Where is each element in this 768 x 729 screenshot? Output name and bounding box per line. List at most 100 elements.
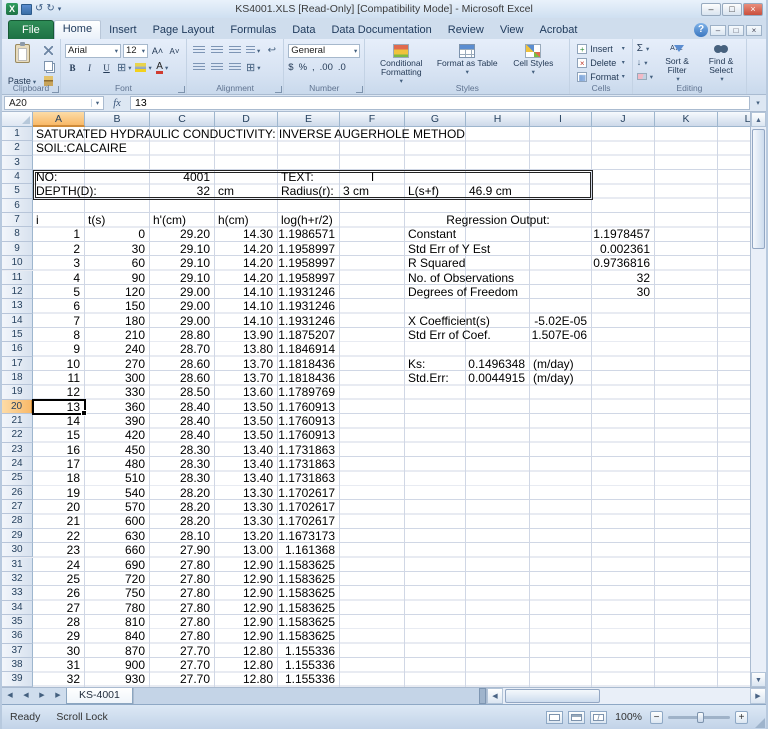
cell-A24[interactable]: 17: [33, 457, 80, 471]
cell-E24[interactable]: 1.1731863: [278, 457, 335, 471]
cell-B36[interactable]: 840: [85, 629, 145, 643]
column-header-I[interactable]: I: [530, 112, 592, 127]
row-header-28[interactable]: 28: [2, 514, 33, 529]
cell-B11[interactable]: 90: [85, 271, 145, 285]
cell-A9[interactable]: 2: [33, 242, 80, 256]
row-header-30[interactable]: 30: [2, 543, 33, 558]
normal-view-button[interactable]: [546, 710, 564, 724]
tab-review[interactable]: Review: [440, 21, 492, 39]
cell-A30[interactable]: 23: [33, 543, 80, 557]
row-header-24[interactable]: 24: [2, 457, 33, 472]
cell-E38[interactable]: 1.155336: [278, 658, 335, 672]
row-header-11[interactable]: 11: [2, 270, 33, 285]
dialog-launcher-icon[interactable]: [356, 86, 364, 93]
cell-D17[interactable]: 13.70: [215, 357, 273, 371]
file-tab[interactable]: File: [8, 20, 54, 39]
row-header-16[interactable]: 16: [2, 342, 33, 357]
column-header-A[interactable]: A: [33, 112, 85, 127]
cell-C34[interactable]: 27.80: [150, 601, 210, 615]
cell-C36[interactable]: 27.80: [150, 629, 210, 643]
cell-I18[interactable]: (m/day): [533, 371, 574, 385]
row-header-35[interactable]: 35: [2, 614, 33, 630]
zoom-out-button[interactable]: −: [650, 710, 663, 724]
column-header-L[interactable]: L: [718, 112, 750, 127]
cell-D39[interactable]: 12.80: [215, 672, 273, 686]
cell-C22[interactable]: 28.40: [150, 428, 210, 442]
cell-D18[interactable]: 13.70: [215, 371, 273, 385]
column-header-D[interactable]: D: [215, 112, 278, 127]
cell-C27[interactable]: 28.20: [150, 500, 210, 514]
cells-button-insert[interactable]: Insert ▾: [574, 42, 628, 55]
fill-button[interactable]: ▾: [637, 56, 653, 69]
cell-A36[interactable]: 29: [33, 629, 80, 643]
column-header-E[interactable]: E: [278, 112, 340, 127]
cell-A34[interactable]: 27: [33, 601, 80, 615]
cell-E39[interactable]: 1.155336: [278, 672, 335, 686]
sheet-nav-prev-icon[interactable]: ◀: [18, 688, 34, 704]
row-header-3[interactable]: 3: [2, 155, 33, 171]
cell-C37[interactable]: 27.70: [150, 644, 210, 658]
row-header-14[interactable]: 14: [2, 313, 33, 328]
cell-D27[interactable]: 13.30: [215, 500, 273, 514]
row-header-7[interactable]: 7: [2, 213, 33, 228]
cell-E31[interactable]: 1.1583625: [278, 558, 335, 572]
cell-A33[interactable]: 26: [33, 586, 80, 600]
grow-font-button[interactable]: [150, 44, 165, 57]
cell-E34[interactable]: 1.1583625: [278, 601, 335, 615]
cell-B27[interactable]: 570: [85, 500, 145, 514]
cell-E13[interactable]: 1.1931246: [278, 299, 335, 313]
row-header-17[interactable]: 17: [2, 356, 33, 371]
merge-center-button[interactable]: ▾: [245, 61, 261, 74]
cell-B15[interactable]: 210: [85, 328, 145, 342]
cell-D16[interactable]: 13.80: [215, 342, 273, 356]
font-size-select[interactable]: 12 ▾: [123, 43, 148, 58]
cut-button[interactable]: [41, 44, 56, 57]
cell-G9[interactable]: Std Err of Y Est: [408, 242, 490, 256]
editing-button-find-select[interactable]: Find & Select ▾: [700, 42, 742, 84]
cell-D7[interactable]: h(cm): [218, 213, 249, 227]
cell-H17[interactable]: 0.1496348: [466, 357, 525, 371]
cell-A21[interactable]: 14: [33, 414, 80, 428]
select-all-corner[interactable]: [2, 112, 33, 127]
column-header-C[interactable]: C: [150, 112, 215, 127]
cell-A31[interactable]: 24: [33, 558, 80, 572]
cell-B37[interactable]: 870: [85, 644, 145, 658]
tab-insert[interactable]: Insert: [101, 21, 145, 39]
dialog-launcher-icon[interactable]: [275, 86, 283, 93]
tab-home[interactable]: Home: [53, 20, 102, 39]
cell-J12[interactable]: 30: [592, 285, 650, 299]
cell-C35[interactable]: 27.80: [150, 615, 210, 629]
row-header-9[interactable]: 9: [2, 241, 33, 257]
cells-button-delete[interactable]: Delete ▾: [574, 56, 628, 69]
cell-E36[interactable]: 1.1583625: [278, 629, 335, 643]
cell-A26[interactable]: 19: [33, 486, 80, 500]
column-header-B[interactable]: B: [85, 112, 150, 127]
maximize-button[interactable]: [722, 2, 742, 16]
decrease-decimal-button[interactable]: .0: [338, 62, 346, 73]
row-header-13[interactable]: 13: [2, 299, 33, 314]
cell-D11[interactable]: 14.20: [215, 271, 273, 285]
cell-D9[interactable]: 14.20: [215, 242, 273, 256]
styles-button-cell-styles[interactable]: Cell Styles ▾: [501, 42, 565, 87]
cell-I17[interactable]: (m/day): [533, 357, 574, 371]
row-header-2[interactable]: 2: [2, 141, 33, 156]
row-header-26[interactable]: 26: [2, 485, 33, 501]
styles-button-format-as-table[interactable]: Format as Table ▾: [435, 42, 499, 87]
align-right-button[interactable]: [227, 61, 242, 74]
fill-color-button[interactable]: ▾: [134, 61, 152, 74]
cell-D28[interactable]: 13.30: [215, 514, 273, 528]
cell-A35[interactable]: 28: [33, 615, 80, 629]
cell-E27[interactable]: 1.1702617: [278, 500, 335, 514]
cell-D23[interactable]: 13.40: [215, 443, 273, 457]
cell-A10[interactable]: 3: [33, 256, 80, 270]
row-header-37[interactable]: 37: [2, 643, 33, 658]
cell-C9[interactable]: 29.10: [150, 242, 210, 256]
cell-C23[interactable]: 28.30: [150, 443, 210, 457]
cells-button-format[interactable]: Format▾: [574, 70, 628, 83]
cell-B30[interactable]: 660: [85, 543, 145, 557]
cell-B16[interactable]: 240: [85, 342, 145, 356]
cell-E5[interactable]: Radius(r):: [281, 184, 334, 198]
workbook-close-button[interactable]: [746, 24, 762, 36]
cell-B9[interactable]: 30: [85, 242, 145, 256]
tab-data-documentation[interactable]: Data Documentation: [323, 21, 439, 39]
